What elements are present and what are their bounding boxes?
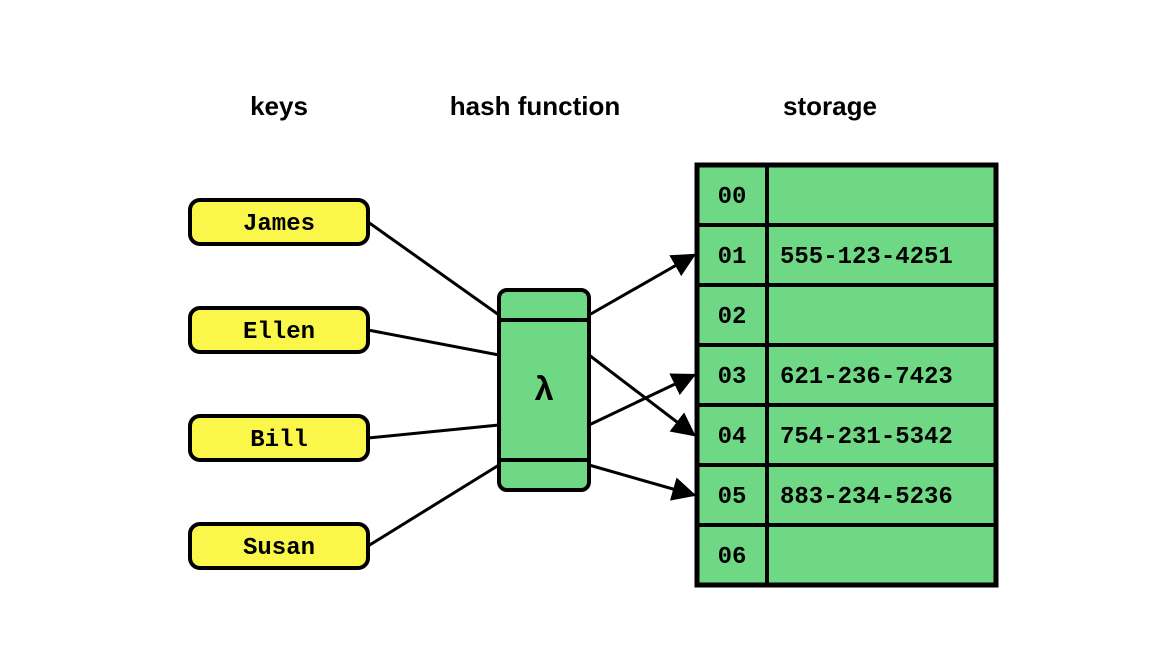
storage-table: 00 01 555-123-4251 02 03 621-236-7423 04 754-23… bbox=[697, 165, 996, 585]
key-label: Bill bbox=[250, 427, 308, 454]
storage-index: 06 bbox=[718, 544, 747, 571]
storage-value: 621-236-7423 bbox=[780, 364, 953, 391]
keys-column: James Ellen Bill Susan bbox=[190, 200, 368, 568]
storage-value: 555-123-4251 bbox=[780, 244, 953, 271]
header-storage: storage bbox=[783, 91, 877, 121]
lambda-label: λ bbox=[534, 373, 554, 411]
key-label: Ellen bbox=[243, 319, 315, 346]
storage-index: 00 bbox=[718, 184, 747, 211]
header-hash: hash function bbox=[450, 91, 620, 121]
header-keys: keys bbox=[250, 91, 308, 121]
storage-index: 03 bbox=[718, 364, 747, 391]
storage-value: 883-234-5236 bbox=[780, 484, 953, 511]
key-label: James bbox=[243, 211, 315, 238]
storage-index: 05 bbox=[718, 484, 747, 511]
storage-index: 01 bbox=[718, 244, 747, 271]
hash-table-diagram: keys hash function storage James Ellen Bil… bbox=[0, 0, 1168, 662]
output-arrows bbox=[589, 255, 694, 495]
hash-function-box: λ bbox=[499, 290, 589, 490]
input-lines bbox=[368, 222, 499, 546]
storage-index: 02 bbox=[718, 304, 747, 331]
key-label: Susan bbox=[243, 535, 315, 562]
storage-value: 754-231-5342 bbox=[780, 424, 953, 451]
storage-index: 04 bbox=[718, 424, 747, 451]
